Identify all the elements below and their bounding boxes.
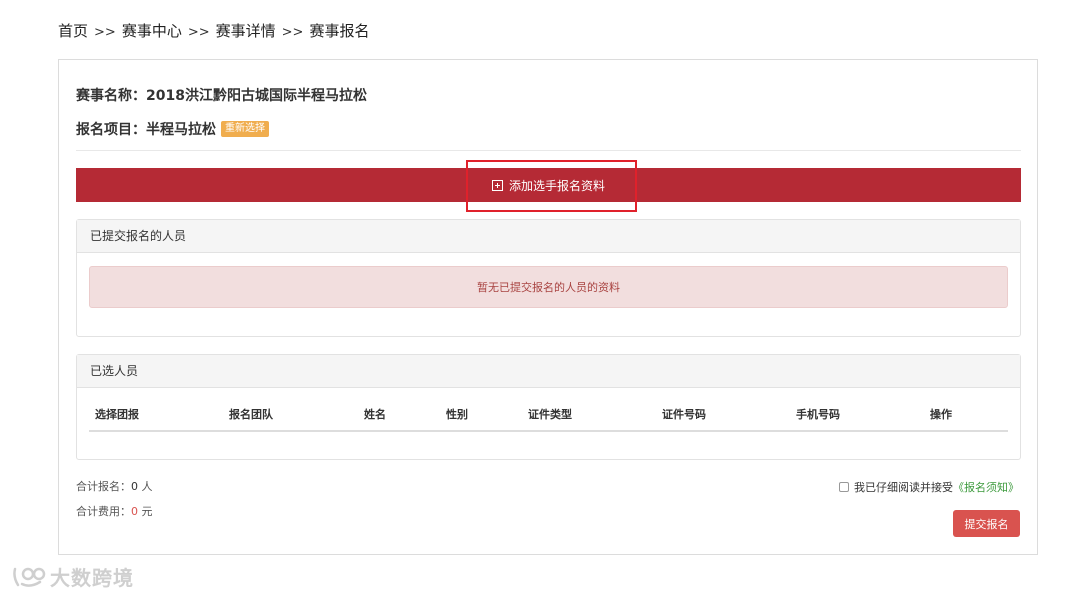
table-header-row: 选择团报 报名团队 姓名 性别 证件类型 证件号码 手机号码 操作	[89, 397, 1008, 432]
column-header: 手机号码	[790, 397, 924, 432]
divider	[76, 150, 1021, 151]
selected-table: 选择团报 报名团队 姓名 性别 证件类型 证件号码 手机号码 操作	[89, 397, 1008, 432]
selected-panel: 已选人员 选择团报 报名团队 姓名 性别 证件类型 证件号码 手机号码 操作	[76, 354, 1021, 460]
breadcrumb-event-center-link[interactable]: 赛事中心	[122, 22, 182, 40]
breadcrumb-separator: >>	[187, 25, 210, 40]
breadcrumb-separator: >>	[281, 25, 304, 40]
selected-panel-title: 已选人员	[77, 355, 1020, 388]
total-count-unit: 人	[141, 480, 153, 493]
column-header: 报名团队	[223, 397, 358, 432]
total-count-label: 合计报名：	[76, 480, 131, 493]
registration-card: 赛事名称：2018洪江黔阳古城国际半程马拉松 报名项目： 半程马拉松 重新选择 添…	[58, 59, 1038, 555]
watermark-text: 大数跨境	[50, 566, 134, 590]
event-name-value: 2018洪江黔阳古城国际半程马拉松	[146, 88, 367, 104]
submitted-panel-title: 已提交报名的人员	[77, 220, 1020, 253]
column-header: 姓名	[358, 397, 440, 432]
agreement-text: 我已仔细阅读并接受	[854, 481, 953, 494]
total-fee: 合计费用：0 元	[76, 503, 153, 519]
total-fee-label: 合计费用：	[76, 505, 131, 518]
empty-alert: 暂无已提交报名的人员的资料	[89, 266, 1008, 308]
event-name-label: 赛事名称：	[76, 88, 146, 104]
total-fee-value: 0	[131, 505, 138, 518]
column-header: 性别	[440, 397, 522, 432]
project-value: 半程马拉松	[146, 122, 216, 138]
agreement-checkbox[interactable]	[839, 482, 849, 492]
project-label: 报名项目：	[76, 122, 146, 138]
submit-registration-button[interactable]: 提交报名	[953, 510, 1020, 537]
breadcrumb-home-link[interactable]: 首页	[58, 22, 88, 40]
reselect-button[interactable]: 重新选择	[221, 121, 269, 137]
add-participant-label: 添加选手报名资料	[508, 178, 605, 193]
event-name: 赛事名称：2018洪江黔阳古城国际半程马拉松	[76, 85, 367, 105]
column-header: 选择团报	[89, 397, 223, 432]
breadcrumb: 首页 >> 赛事中心 >> 赛事详情 >> 赛事报名	[58, 20, 369, 41]
watermark: 大数跨境	[12, 562, 134, 591]
registration-notice-link[interactable]: 《报名须知》	[953, 479, 1019, 495]
agreement: 我已仔细阅读并接受 《报名须知》	[839, 479, 1019, 495]
breadcrumb-separator: >>	[94, 25, 116, 40]
column-header: 证件类型	[522, 397, 656, 432]
breadcrumb-current: 赛事报名	[309, 22, 370, 40]
plus-square-icon	[491, 179, 503, 191]
total-count: 合计报名：0 人	[76, 478, 153, 494]
submitted-panel: 已提交报名的人员 暂无已提交报名的人员的资料	[76, 219, 1021, 337]
project-row: 报名项目： 半程马拉松 重新选择	[76, 119, 269, 139]
breadcrumb-event-detail-link[interactable]: 赛事详情	[216, 22, 276, 40]
column-header: 证件号码	[656, 397, 790, 432]
watermark-logo-icon	[13, 567, 46, 587]
add-participant-button[interactable]: 添加选手报名资料	[76, 168, 1021, 202]
total-count-value: 0	[131, 480, 138, 493]
total-fee-unit: 元	[141, 505, 153, 518]
column-header: 操作	[924, 397, 1008, 432]
